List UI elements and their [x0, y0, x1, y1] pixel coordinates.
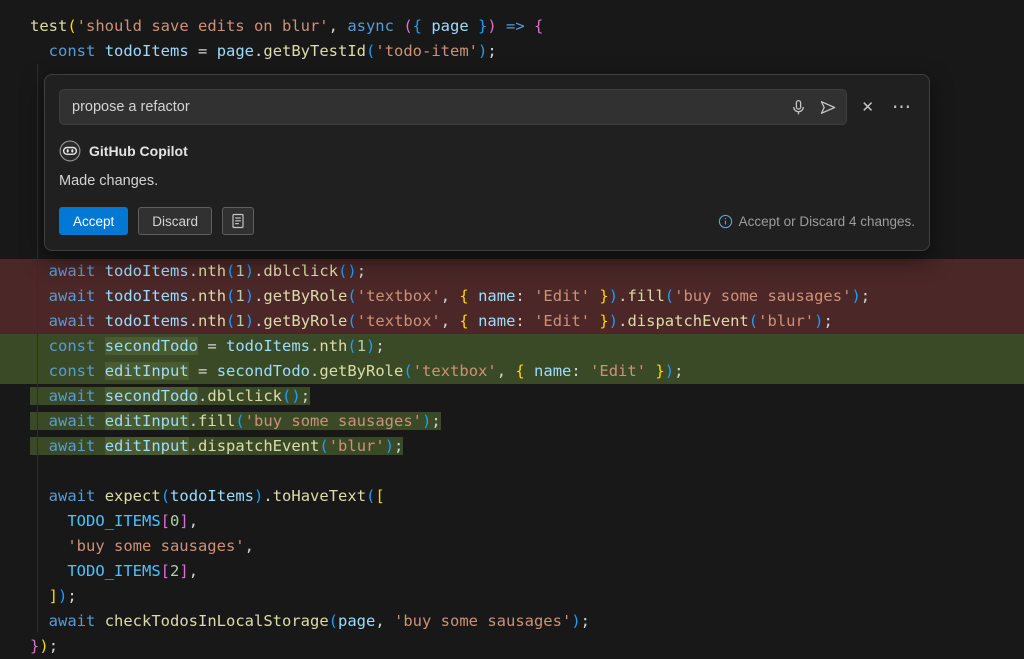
code-line: 'buy some sausages', [0, 534, 1024, 559]
code-line: await todoItems.nth(1).getByRole('textbo… [0, 309, 1024, 334]
copilot-icon [59, 140, 81, 162]
chat-input-icons [788, 89, 839, 125]
chat-input[interactable] [59, 89, 847, 125]
inline-chat-widget: ✕ ⋯ GitHub Copilot Made changes. Accept … [44, 74, 930, 251]
chat-input-wrap [59, 89, 847, 125]
view-changes-button[interactable] [222, 207, 254, 235]
chat-actions: Accept Discard [59, 206, 915, 236]
indent-guide [37, 64, 38, 632]
code-block-rest: await todoItems.nth(1).dblclick(); await… [0, 259, 1024, 659]
info-icon [718, 214, 733, 229]
code-line: const todoItems = page.getByTestId('todo… [0, 39, 1024, 64]
close-icon: ✕ [861, 99, 874, 116]
code-line: await secondTodo.dblclick(); [0, 384, 1024, 409]
code-line: }); [0, 634, 1024, 659]
code-line: await expect(todoItems).toHaveText([ [0, 484, 1024, 509]
code-line: test('should save edits on blur', async … [0, 14, 1024, 39]
more-actions-icon: ⋯ [892, 97, 911, 118]
code-line: TODO_ITEMS[2], [0, 559, 1024, 584]
code-line: await editInput.dispatchEvent('blur'); [0, 434, 1024, 459]
changes-note: Accept or Discard 4 changes. [718, 214, 915, 229]
code-editor[interactable]: test('should save edits on blur', async … [0, 0, 1024, 656]
code-line: const editInput = secondTodo.getByRole('… [0, 359, 1024, 384]
code-line: await editInput.fill('buy some sausages'… [0, 409, 1024, 434]
mic-button[interactable] [788, 97, 809, 118]
microphone-icon [790, 99, 807, 116]
code-line [0, 459, 1024, 484]
discard-button[interactable]: Discard [138, 207, 212, 235]
code-line: ]); [0, 584, 1024, 609]
send-icon [819, 99, 837, 116]
code-line: await todoItems.nth(1).getByRole('textbo… [0, 284, 1024, 309]
chat-input-row: ✕ ⋯ [59, 89, 915, 125]
copilot-row: GitHub Copilot [59, 139, 915, 163]
code-block-top: test('should save edits on blur', async … [0, 0, 1024, 64]
code-line: const secondTodo = todoItems.nth(1); [0, 334, 1024, 359]
changes-summary: Accept or Discard 4 changes. [739, 214, 915, 229]
chat-message: Made changes. [59, 173, 915, 192]
code-line: await todoItems.nth(1).dblclick(); [0, 259, 1024, 284]
more-actions-button[interactable]: ⋯ [888, 96, 915, 119]
diff-report-icon [230, 213, 246, 229]
chat-title: GitHub Copilot [89, 143, 188, 159]
code-line: TODO_ITEMS[0], [0, 509, 1024, 534]
send-button[interactable] [817, 97, 839, 118]
close-button[interactable]: ✕ [857, 98, 878, 117]
code-line: await checkTodosInLocalStorage(page, 'bu… [0, 609, 1024, 634]
accept-button[interactable]: Accept [59, 207, 128, 235]
